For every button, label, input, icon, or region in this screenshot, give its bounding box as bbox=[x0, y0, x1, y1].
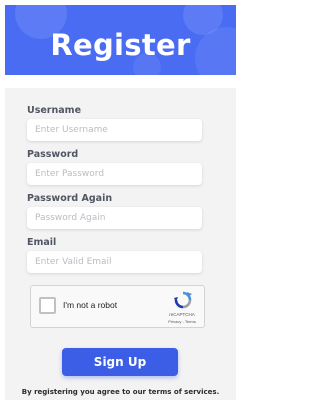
recaptcha-brand: reCAPTCHA bbox=[169, 312, 195, 317]
terms-notice: By registering you agree to our terms of… bbox=[21, 388, 220, 396]
sign-up-button[interactable]: Sign Up bbox=[62, 348, 178, 376]
password-input[interactable] bbox=[27, 163, 202, 185]
recaptcha-logo-icon bbox=[174, 291, 192, 309]
page-title: Register bbox=[50, 28, 191, 62]
password-again-input[interactable] bbox=[27, 207, 202, 229]
recaptcha-widget: I'm not a robot reCAPTCHA Privacy - Term… bbox=[30, 285, 205, 328]
recaptcha-privacy-link[interactable]: Privacy bbox=[168, 319, 181, 324]
username-input[interactable] bbox=[27, 119, 202, 141]
password-label: Password bbox=[27, 149, 79, 160]
register-header: Register bbox=[5, 5, 236, 75]
recaptcha-links: Privacy - Terms bbox=[161, 319, 203, 324]
recaptcha-checkbox[interactable] bbox=[39, 297, 56, 314]
email-input[interactable] bbox=[27, 251, 202, 273]
password-again-label: Password Again bbox=[27, 193, 113, 204]
username-label: Username bbox=[27, 105, 82, 116]
email-label: Email bbox=[27, 237, 57, 248]
recaptcha-terms-link[interactable]: Terms bbox=[185, 319, 196, 324]
recaptcha-label: I'm not a robot bbox=[63, 300, 118, 310]
